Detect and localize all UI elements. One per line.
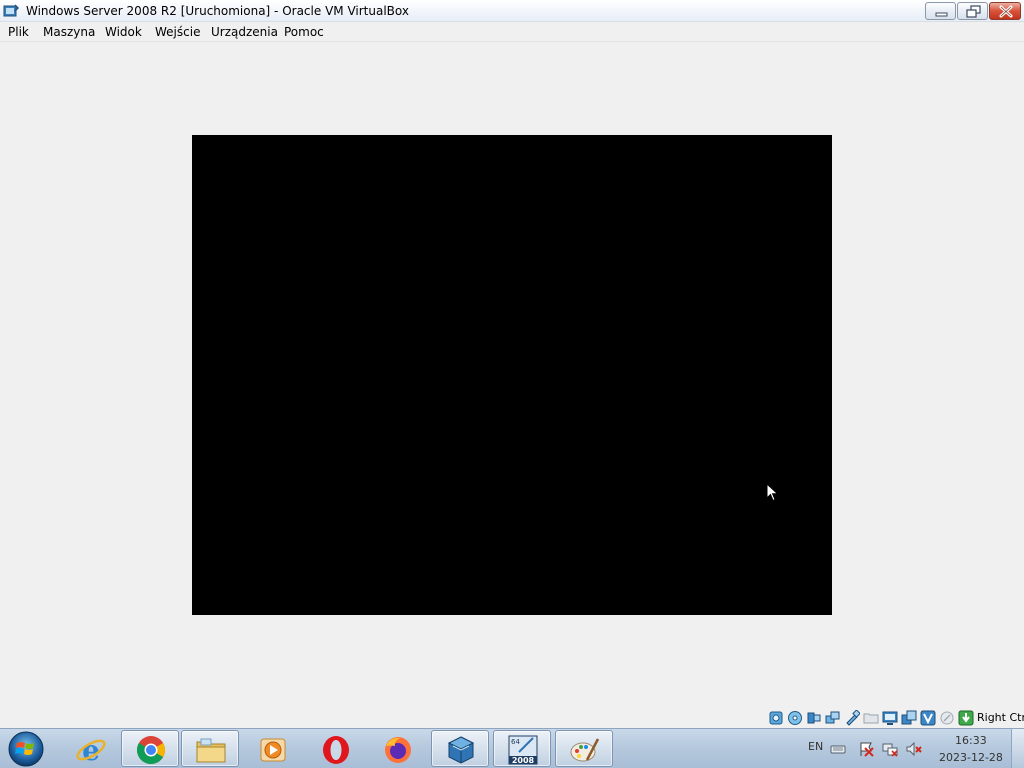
virtualbox-icon xyxy=(447,736,475,764)
window-title: Windows Server 2008 R2 [Uruchomiona] - O… xyxy=(26,4,409,18)
menu-maszyna[interactable]: Maszyna xyxy=(43,25,95,39)
file-explorer-icon xyxy=(196,738,226,763)
audio-icon[interactable] xyxy=(806,710,822,726)
opera-icon xyxy=(323,736,349,764)
chrome-icon xyxy=(137,736,165,764)
virtualbox-icon[interactable] xyxy=(3,3,20,19)
show-desktop-button[interactable] xyxy=(1011,729,1024,768)
taskbar-file-explorer[interactable] xyxy=(181,730,239,767)
mouse-pointer-icon xyxy=(766,482,780,503)
usb-icon[interactable] xyxy=(844,709,861,726)
close-button[interactable] xyxy=(989,2,1021,20)
display-icon[interactable] xyxy=(882,710,898,726)
taskbar: e 64 2008 EN 16:33 2023-12-28 xyxy=(0,728,1024,768)
vm-status-bar: Right Ctrl xyxy=(0,707,1024,728)
action-center-flag-icon[interactable] xyxy=(858,741,874,757)
video-capture-icon[interactable] xyxy=(901,710,917,726)
virtualization-icon[interactable] xyxy=(920,710,936,726)
svg-text:e: e xyxy=(82,734,100,766)
taskbar-paint[interactable] xyxy=(555,730,613,767)
taskbar-opera[interactable] xyxy=(306,730,364,767)
close-icon xyxy=(999,5,1013,18)
mouse-integration-icon[interactable] xyxy=(939,710,955,726)
taskbar-chrome[interactable] xyxy=(121,730,179,767)
volume-muted-icon[interactable] xyxy=(906,741,922,757)
menu-bar: Plik Maszyna Widok Wejście Urządzenia Po… xyxy=(0,22,1024,42)
keyboard-capture-icon[interactable] xyxy=(958,710,974,726)
menu-wejscie[interactable]: Wejście xyxy=(155,25,200,39)
menu-plik[interactable]: Plik xyxy=(8,25,29,39)
paint-icon xyxy=(570,738,600,762)
firefox-icon xyxy=(385,737,411,763)
language-indicator[interactable]: EN xyxy=(808,740,823,753)
menu-widok[interactable]: Widok xyxy=(105,25,142,39)
clock-date[interactable]: 2023-12-28 xyxy=(939,751,1003,764)
internet-explorer-icon: e xyxy=(76,734,106,766)
shared-folders-icon[interactable] xyxy=(863,710,879,726)
server-64-badge: 64 xyxy=(511,738,520,746)
network-error-icon[interactable] xyxy=(882,741,898,757)
hard-disk-icon[interactable] xyxy=(768,710,784,726)
minimize-icon xyxy=(935,12,948,17)
windows-start-icon xyxy=(8,731,44,767)
minimize-button[interactable] xyxy=(925,2,956,20)
title-bar[interactable]: Windows Server 2008 R2 [Uruchomiona] - O… xyxy=(0,0,1024,22)
taskbar-virtualbox[interactable] xyxy=(431,730,489,767)
optical-drive-icon[interactable] xyxy=(787,710,803,726)
start-button[interactable] xyxy=(6,730,46,768)
clock-time[interactable]: 16:33 xyxy=(955,734,987,747)
taskbar-firefox[interactable] xyxy=(368,730,426,767)
restore-icon xyxy=(966,5,981,18)
taskbar-windows-server-2008[interactable]: 64 2008 xyxy=(493,730,551,767)
host-key-label: Right Ctrl xyxy=(977,711,1024,724)
restore-button[interactable] xyxy=(957,2,988,20)
media-player-icon xyxy=(260,738,286,762)
windows-server-2008-icon: 64 2008 xyxy=(508,735,538,765)
keyboard-icon[interactable] xyxy=(830,741,846,757)
server-2008-label: 2008 xyxy=(512,756,535,765)
menu-pomoc[interactable]: Pomoc xyxy=(284,25,324,39)
taskbar-media-player[interactable] xyxy=(243,730,301,767)
menu-urzadzenia[interactable]: Urządzenia xyxy=(211,25,278,39)
network-icon[interactable] xyxy=(825,710,841,726)
taskbar-internet-explorer[interactable]: e xyxy=(61,730,119,767)
vm-screen[interactable] xyxy=(192,135,832,615)
